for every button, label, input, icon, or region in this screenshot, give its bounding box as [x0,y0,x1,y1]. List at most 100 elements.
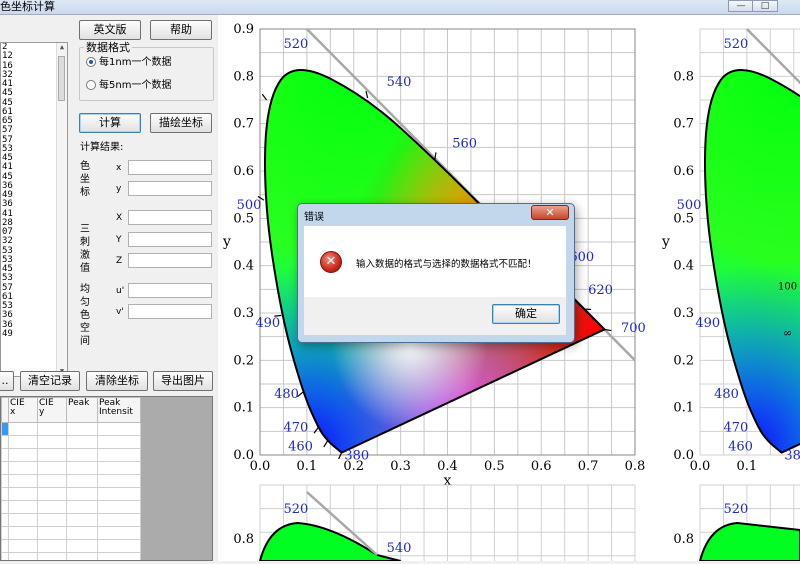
table-cell[interactable] [9,449,38,462]
table-cell[interactable] [2,501,9,514]
table-cell[interactable] [98,501,141,514]
scroll-up-icon[interactable]: ▲ [57,43,67,52]
result-u-field[interactable] [128,283,212,298]
table-cell[interactable] [38,501,67,514]
radio-1nm[interactable]: 每1nm一个数据 [86,57,171,69]
column-header-peak-intensity[interactable]: Peak Intensit [98,398,141,423]
table-cell[interactable] [9,423,38,436]
table-cell[interactable] [67,462,98,475]
dialog-message: 输入数据的格式与选择的数据格式不匹配！ [356,256,537,270]
table-cell[interactable] [67,553,98,562]
calculate-button[interactable]: 计算 [79,113,141,133]
table-row[interactable] [2,553,141,562]
table-cell[interactable] [9,501,38,514]
left-partial-button[interactable]: .. [0,371,14,391]
x-tick-label: 0.1 [297,459,318,474]
table-cell[interactable] [67,475,98,488]
table-cell[interactable] [2,527,9,540]
column-header-cie-y[interactable]: CIE y [38,398,67,423]
table-cell[interactable] [98,527,141,540]
table-cell[interactable] [2,449,9,462]
table-cell[interactable] [98,514,141,527]
table-cell[interactable] [2,462,9,475]
result-y-field[interactable] [128,181,212,196]
table-cell[interactable] [67,514,98,527]
table-cell[interactable] [67,501,98,514]
table-row[interactable] [2,501,141,514]
table-cell[interactable] [38,488,67,501]
radio-5nm[interactable]: 每5nm一个数据 [86,80,171,92]
table-cell[interactable] [2,514,9,527]
result-x-field[interactable] [128,160,212,175]
table-cell[interactable] [9,540,38,553]
dialog-close-button[interactable]: ✕ [531,205,569,220]
result-Z-field[interactable] [128,253,212,268]
table-row[interactable] [2,449,141,462]
table-row[interactable] [2,475,141,488]
help-button[interactable]: 帮助 [150,20,212,40]
table-cell[interactable] [67,423,98,436]
table-cell[interactable] [2,540,9,553]
table-cell[interactable] [98,449,141,462]
table-cell[interactable] [67,527,98,540]
table-cell[interactable] [38,553,67,562]
table-cell[interactable] [98,540,141,553]
table-row[interactable] [2,540,141,553]
plot-coordinates-button[interactable]: 描绘坐标 [150,113,212,133]
table-row[interactable] [2,423,141,436]
table-cell[interactable] [98,436,141,449]
english-version-button[interactable]: 英文版 [79,20,141,40]
table-cell[interactable] [9,462,38,475]
ok-button[interactable]: 确定 [492,304,560,324]
table-cell[interactable] [9,488,38,501]
table-cell[interactable] [67,449,98,462]
table-cell[interactable] [38,514,67,527]
column-header-peak[interactable]: Peak [67,398,98,423]
table-cell[interactable] [98,423,141,436]
table-cell[interactable] [67,488,98,501]
table-cell[interactable] [9,553,38,562]
result-X-field[interactable] [128,210,212,225]
table-cell[interactable] [9,436,38,449]
table-cell[interactable] [38,423,67,436]
table-cell[interactable] [98,488,141,501]
table-cell[interactable] [98,475,141,488]
table-cell[interactable] [38,475,67,488]
table-row[interactable] [2,488,141,501]
data-list-scrollbar[interactable]: ▲ ▼ [56,43,67,376]
results-table[interactable]: CIE x CIE y Peak Peak Intensit [0,396,213,561]
table-cell[interactable] [98,462,141,475]
table-cell[interactable] [38,449,67,462]
table-cell[interactable] [98,553,141,562]
table-cell[interactable] [2,475,9,488]
maximize-button[interactable]: □ [752,0,778,12]
table-row[interactable] [2,527,141,540]
field-label-X: X [116,213,122,223]
table-row[interactable] [2,436,141,449]
scroll-thumb[interactable] [58,56,65,101]
table-cell[interactable] [9,527,38,540]
table-cell[interactable] [9,475,38,488]
table-row[interactable] [2,462,141,475]
table-cell[interactable] [2,553,9,562]
clear-coordinates-button[interactable]: 清除坐标 [86,371,148,391]
table-cell[interactable] [38,527,67,540]
column-header-cie-x[interactable]: CIE x [9,398,38,423]
result-Y-field[interactable] [128,232,212,247]
table-cell[interactable] [9,514,38,527]
table-row[interactable] [2,514,141,527]
table-cell[interactable] [2,436,9,449]
table-cell[interactable] [38,540,67,553]
table-cell[interactable] [38,436,67,449]
table-cell[interactable] [2,488,9,501]
export-image-button[interactable]: 导出图片 [153,371,213,391]
minimize-button[interactable]: — [728,0,754,12]
table-cell[interactable] [38,462,67,475]
clear-records-button[interactable]: 清空记录 [20,371,80,391]
y-tick-label: 0.1 [233,401,254,416]
table-cell[interactable] [67,540,98,553]
table-cell[interactable] [67,436,98,449]
spectrum-data-list[interactable]: 2121632414545616557575345414536493641280… [0,42,68,377]
table-cell[interactable] [2,423,9,436]
result-v-field[interactable] [128,304,212,319]
